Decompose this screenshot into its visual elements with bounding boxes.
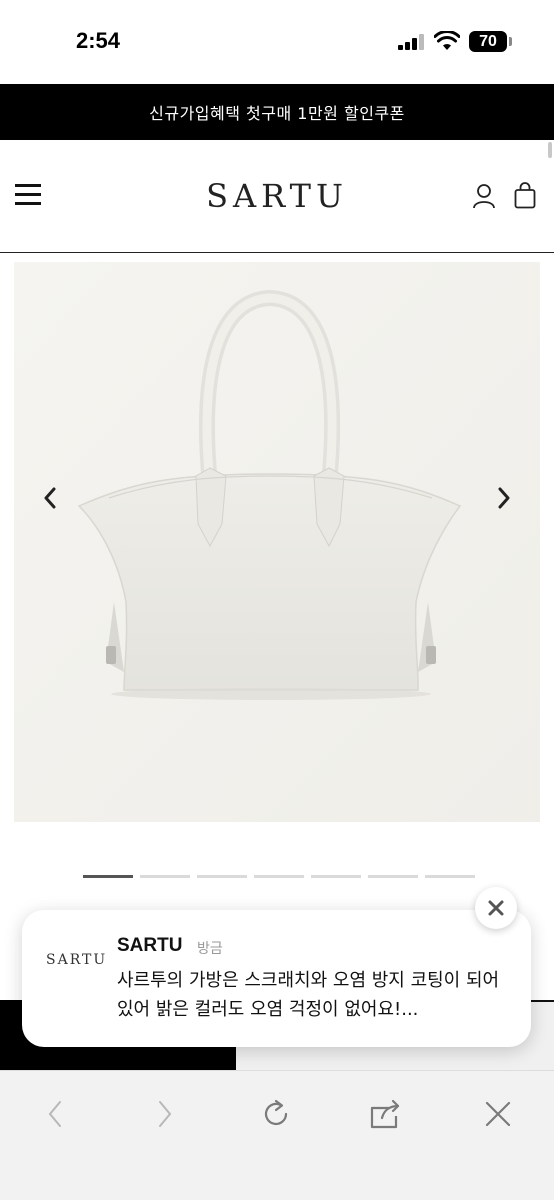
scrollbar[interactable] (548, 142, 552, 158)
status-bar: 2:54 70 (0, 0, 554, 84)
pager-dot[interactable] (197, 875, 247, 878)
next-slide-button[interactable] (486, 480, 522, 516)
share-icon (370, 1099, 400, 1129)
share-button[interactable] (368, 1097, 402, 1131)
forward-button[interactable] (148, 1097, 182, 1131)
battery-icon: 70 (469, 31, 512, 52)
notification-body: 사르투의 가방은 스크래치와 오염 방지 코팅이 되어 있어 밝은 컬러도 오염… (117, 970, 500, 1020)
notification-time: 방금 (197, 941, 223, 957)
status-time: 2:54 (76, 28, 121, 53)
chevron-left-icon (44, 487, 56, 509)
reload-button[interactable] (259, 1097, 293, 1131)
pager-dot[interactable] (311, 875, 361, 878)
site-header: SARTU (0, 140, 554, 253)
close-icon (488, 900, 504, 916)
product-image-white-tote-bag (14, 262, 540, 822)
browser-toolbar (0, 1070, 554, 1200)
brand-logo[interactable]: SARTU (0, 177, 554, 215)
chevron-right-icon (498, 487, 510, 509)
pager-dot[interactable] (425, 875, 475, 878)
reload-icon (264, 1099, 288, 1126)
promo-banner[interactable]: 신규가입혜택 첫구매 1만원 할인쿠폰 (0, 84, 554, 140)
back-button[interactable] (38, 1097, 72, 1131)
back-arrow-icon (48, 1101, 61, 1127)
notification-close-button[interactable] (475, 887, 517, 929)
forward-arrow-icon (159, 1101, 172, 1127)
shopping-bag-icon[interactable] (514, 182, 536, 209)
carousel-pager (83, 875, 475, 878)
push-notification[interactable]: SARTU SARTU 방금 사르투의 가방은 스크래치와 오염 방지 코팅이 … (22, 910, 531, 1047)
product-image-carousel[interactable] (14, 262, 540, 822)
signal-icon (398, 34, 426, 50)
pager-dot[interactable] (368, 875, 418, 878)
pager-dot[interactable] (83, 875, 133, 878)
account-icon[interactable] (472, 183, 496, 209)
pager-dot[interactable] (140, 875, 190, 878)
previous-slide-button[interactable] (32, 480, 68, 516)
close-tab-button[interactable] (481, 1097, 515, 1131)
notification-sender: SARTU (117, 935, 183, 956)
pager-dot[interactable] (254, 875, 304, 878)
wifi-icon (434, 31, 460, 50)
notification-app-logo: SARTU (46, 952, 108, 968)
close-icon (485, 1101, 511, 1127)
